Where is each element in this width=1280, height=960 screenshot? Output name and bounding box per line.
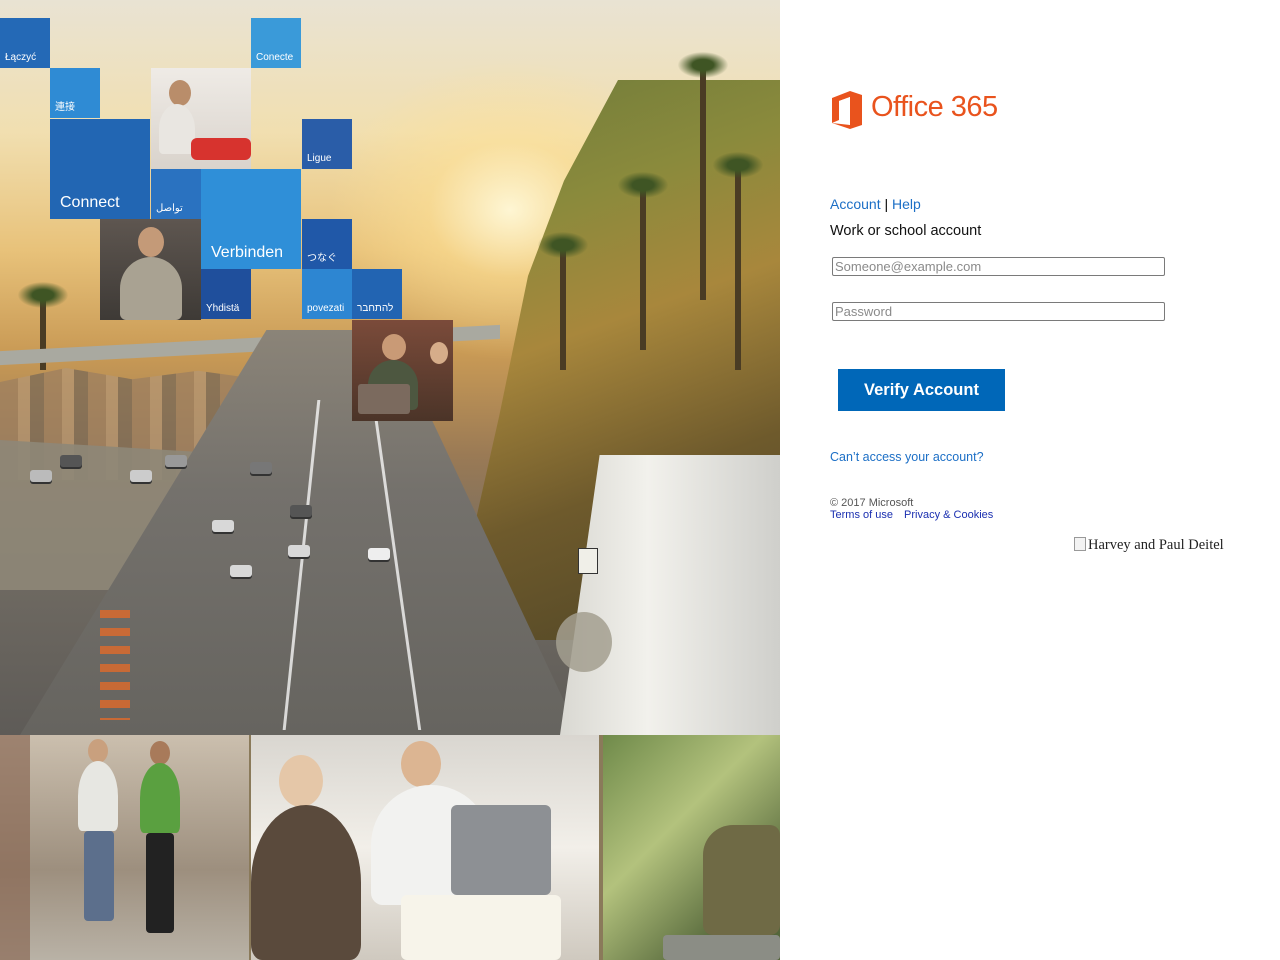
tile-lehitchaber: להתחבר [352, 269, 402, 319]
tile-verbinden: Verbinden [201, 169, 301, 269]
tile-laczyc: Łączyć [0, 18, 50, 68]
tile-tawasal: تواصل [151, 169, 201, 219]
office-logo-icon [832, 91, 862, 129]
tile-yhdista: Yhdistä [201, 269, 251, 319]
tile-conecte: Conecte [251, 18, 301, 68]
cant-access-link[interactable]: Can’t access your account? [830, 450, 984, 464]
students-studying-photo [251, 735, 599, 960]
park-backpack-photo [603, 735, 780, 960]
account-link[interactable]: Account [830, 196, 881, 212]
woman-on-couch-photo [151, 68, 251, 169]
students-walking-photo [0, 735, 249, 960]
man-with-phone-photo [100, 219, 201, 320]
help-link[interactable]: Help [892, 196, 921, 212]
tile-tsunagu: つなぐ [302, 219, 352, 269]
email-field[interactable] [832, 257, 1165, 276]
broken-image: Harvey and Paul Deitel [1074, 537, 1224, 554]
footer-links: Terms of use Privacy & Cookies [830, 509, 1001, 521]
top-links: Account | Help [830, 196, 921, 212]
copyright-text: © 2017 Microsoft [830, 497, 914, 509]
tile-connect: Connect [50, 119, 150, 219]
verify-account-button[interactable]: Verify Account [838, 369, 1005, 411]
nav-separator: | [884, 196, 889, 212]
hero-image: Łączyć Conecte 連接 Ligue Connect تواصل Ve… [0, 0, 780, 960]
password-field[interactable] [832, 302, 1165, 321]
office365-logo: Office 365 [831, 91, 1001, 129]
tile-lianjie: 連接 [50, 68, 100, 118]
terms-link[interactable]: Terms of use [830, 509, 893, 521]
broken-image-icon [1074, 537, 1086, 551]
tile-ligue: Ligue [302, 119, 352, 169]
broken-image-alt: Harvey and Paul Deitel [1088, 537, 1224, 553]
students-laptop-photo [352, 320, 453, 421]
privacy-link[interactable]: Privacy & Cookies [904, 509, 993, 521]
logo-text: Office 365 [871, 91, 998, 123]
account-type-label: Work or school account [830, 223, 982, 239]
tile-povezati: povezati [302, 269, 352, 319]
